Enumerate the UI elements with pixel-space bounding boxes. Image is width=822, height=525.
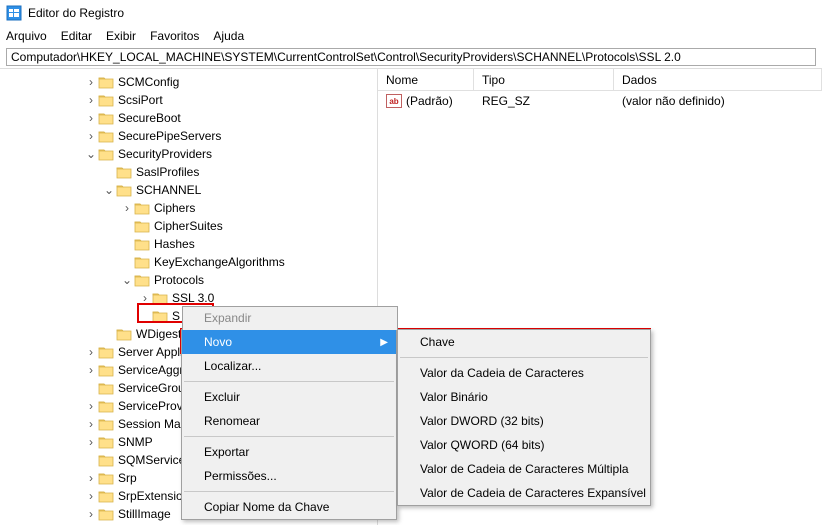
ctx-permissoes[interactable]: Permissões... <box>182 464 396 488</box>
folder-icon <box>98 93 114 107</box>
col-type[interactable]: Tipo <box>474 69 614 90</box>
ctx-valor-multistring[interactable]: Valor de Cadeia de Caracteres Múltipla <box>398 457 650 481</box>
folder-icon <box>98 453 114 467</box>
folder-icon <box>134 273 150 287</box>
ctx-excluir[interactable]: Excluir <box>182 385 396 409</box>
value-data: (valor não definido) <box>614 94 822 108</box>
chevron-down-icon[interactable]: ⌄ <box>84 147 98 161</box>
folder-icon <box>98 381 114 395</box>
address-text: Computador\HKEY_LOCAL_MACHINE\SYSTEM\Cur… <box>11 50 681 64</box>
folder-icon <box>98 129 114 143</box>
separator <box>400 357 648 358</box>
folder-icon <box>134 237 150 251</box>
chevron-right-icon[interactable]: › <box>84 417 98 431</box>
chevron-right-icon[interactable]: › <box>84 93 98 107</box>
ctx-renomear[interactable]: Renomear <box>182 409 396 433</box>
folder-icon <box>98 111 114 125</box>
folder-icon <box>98 363 114 377</box>
titlebar: Editor do Registro <box>0 0 822 26</box>
ctx-valor-qword[interactable]: Valor QWORD (64 bits) <box>398 433 650 457</box>
tree-item-scsiport[interactable]: ›ScsiPort <box>0 91 377 109</box>
tree-item-securityproviders[interactable]: ⌄SecurityProviders <box>0 145 377 163</box>
values-header: Nome Tipo Dados <box>378 69 822 91</box>
chevron-right-icon[interactable]: › <box>84 489 98 503</box>
folder-icon <box>98 75 114 89</box>
chevron-right-icon[interactable]: › <box>84 363 98 377</box>
tree-item-secureboot[interactable]: ›SecureBoot <box>0 109 377 127</box>
folder-icon <box>98 489 114 503</box>
chevron-right-icon[interactable]: › <box>138 291 152 305</box>
chevron-right-icon[interactable]: › <box>84 75 98 89</box>
ctx-valor-string[interactable]: Valor da Cadeia de Caracteres <box>398 361 650 385</box>
folder-icon <box>98 399 114 413</box>
ctx-copiar[interactable]: Copiar Nome da Chave <box>182 495 396 519</box>
folder-icon <box>134 219 150 233</box>
menu-exibir[interactable]: Exibir <box>106 29 136 43</box>
menubar: Arquivo Editar Exibir Favoritos Ajuda <box>0 26 822 46</box>
ctx-exportar[interactable]: Exportar <box>182 440 396 464</box>
separator <box>184 491 394 492</box>
folder-icon <box>98 417 114 431</box>
menu-arquivo[interactable]: Arquivo <box>6 29 47 43</box>
col-name[interactable]: Nome <box>378 69 474 90</box>
app-icon <box>6 5 22 21</box>
menu-favoritos[interactable]: Favoritos <box>150 29 199 43</box>
string-value-icon: ab <box>386 94 402 108</box>
tree-item-saslprofiles[interactable]: SaslProfiles <box>0 163 377 181</box>
tree-item-keyexchange[interactable]: KeyExchangeAlgorithms <box>0 253 377 271</box>
folder-icon <box>98 471 114 485</box>
folder-icon <box>116 165 132 179</box>
chevron-down-icon[interactable]: ⌄ <box>102 183 116 197</box>
values-row[interactable]: ab (Padrão) REG_SZ (valor não definido) <box>378 91 822 111</box>
address-bar[interactable]: Computador\HKEY_LOCAL_MACHINE\SYSTEM\Cur… <box>6 48 816 66</box>
ctx-expandir[interactable]: Expandir <box>182 306 398 330</box>
folder-icon <box>116 327 132 341</box>
col-data[interactable]: Dados <box>614 69 822 90</box>
menu-editar[interactable]: Editar <box>61 29 92 43</box>
value-name: (Padrão) <box>406 94 453 108</box>
tree-item-ciphersuites[interactable]: CipherSuites <box>0 217 377 235</box>
folder-icon <box>134 255 150 269</box>
tree-item-ssl30[interactable]: ›SSL 3.0 <box>0 289 377 307</box>
submenu-arrow-icon: ▶ <box>380 337 388 348</box>
folder-icon <box>152 291 168 305</box>
chevron-down-icon[interactable]: ⌄ <box>120 273 134 287</box>
chevron-right-icon[interactable]: › <box>84 507 98 521</box>
separator <box>184 436 394 437</box>
folder-icon <box>98 435 114 449</box>
tree-item-scmconfig[interactable]: ›SCMConfig <box>0 73 377 91</box>
ctx-valor-dword[interactable]: Valor DWORD (32 bits) <box>398 409 650 433</box>
chevron-right-icon[interactable]: › <box>84 435 98 449</box>
folder-icon <box>98 147 114 161</box>
folder-icon <box>98 345 114 359</box>
folder-icon <box>134 201 150 215</box>
tree-item-securepipeservers[interactable]: ›SecurePipeServers <box>0 127 377 145</box>
folder-icon <box>152 309 168 323</box>
context-submenu-novo: Chave Valor da Cadeia de Caracteres Valo… <box>397 329 651 506</box>
menu-ajuda[interactable]: Ajuda <box>213 29 244 43</box>
context-menu-key: Expandir Novo ▶ Localizar... Excluir Ren… <box>181 329 397 520</box>
chevron-right-icon[interactable]: › <box>84 111 98 125</box>
window-title: Editor do Registro <box>28 6 124 20</box>
tree-item-schannel[interactable]: ⌄SCHANNEL <box>0 181 377 199</box>
chevron-right-icon[interactable]: › <box>84 129 98 143</box>
folder-icon <box>98 507 114 521</box>
ctx-novo[interactable]: Novo ▶ <box>182 330 396 354</box>
tree-item-ciphers[interactable]: ›Ciphers <box>0 199 377 217</box>
ctx-chave[interactable]: Chave <box>398 330 650 354</box>
tree-item-protocols[interactable]: ⌄Protocols <box>0 271 377 289</box>
chevron-right-icon[interactable]: › <box>84 471 98 485</box>
tree-item-hashes[interactable]: Hashes <box>0 235 377 253</box>
separator <box>184 381 394 382</box>
folder-icon <box>116 183 132 197</box>
ctx-localizar[interactable]: Localizar... <box>182 354 396 378</box>
value-type: REG_SZ <box>474 94 614 108</box>
chevron-right-icon[interactable]: › <box>120 201 134 215</box>
chevron-right-icon[interactable]: › <box>84 345 98 359</box>
ctx-valor-expandstring[interactable]: Valor de Cadeia de Caracteres Expansível <box>398 481 650 505</box>
ctx-valor-binario[interactable]: Valor Binário <box>398 385 650 409</box>
chevron-right-icon[interactable]: › <box>84 399 98 413</box>
